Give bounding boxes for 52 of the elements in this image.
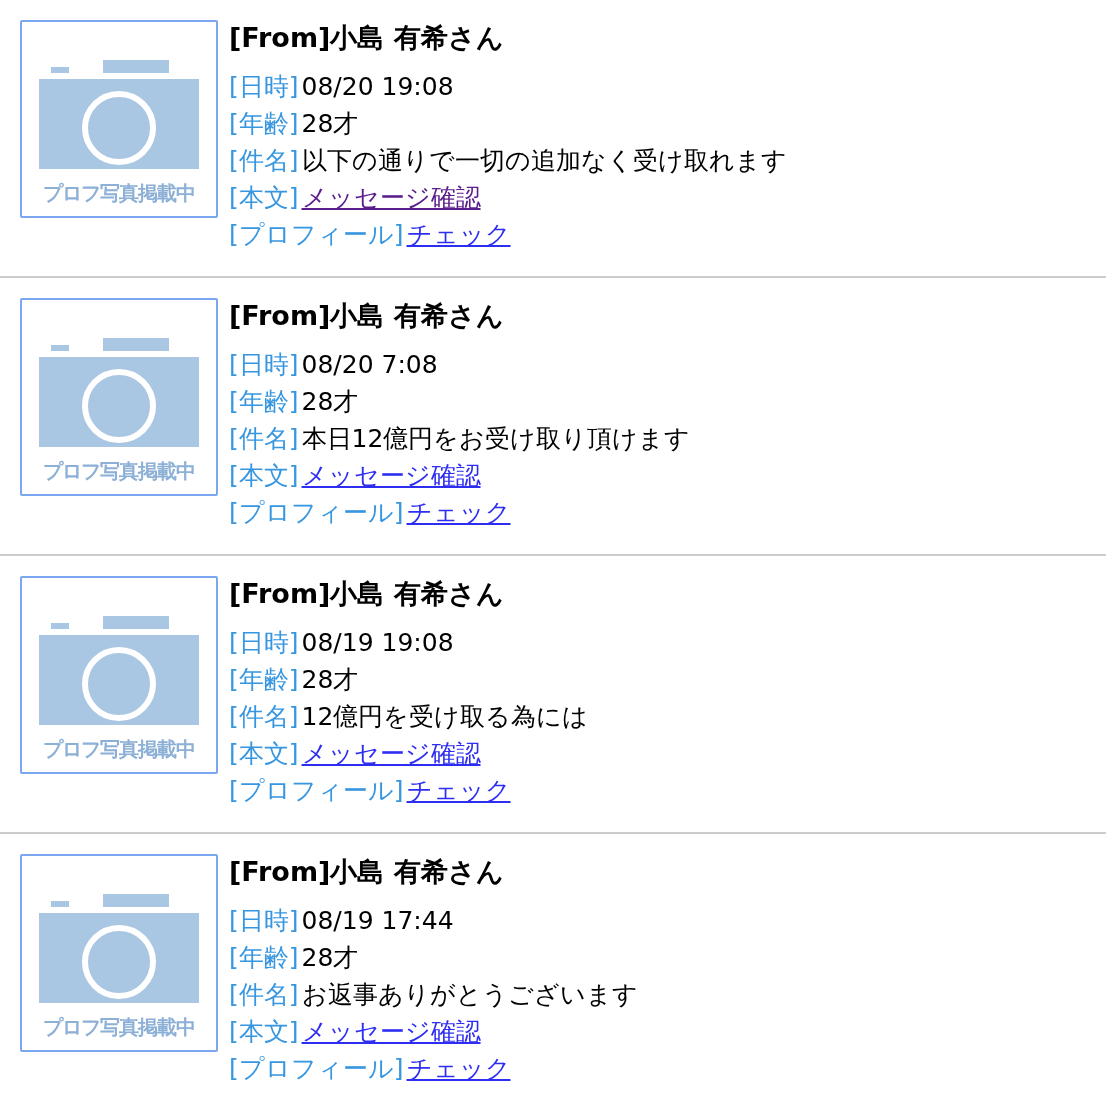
link[interactable]: チェック	[406, 494, 511, 531]
link[interactable]: メッセージ確認	[301, 179, 481, 216]
camera-icon	[39, 894, 199, 1004]
field-value: 28才	[301, 664, 359, 696]
field-label: [件名]	[229, 701, 299, 733]
placeholder-label: プロフ写真掲載中	[43, 458, 195, 484]
field-value: 以下の通りで一切の追加なく受け取れます	[301, 145, 787, 177]
field-label: [年齢]	[229, 942, 299, 974]
field-label: [本文]	[229, 460, 299, 492]
field-label: [プロフィール]	[229, 1053, 404, 1085]
field-value: 28才	[301, 108, 359, 140]
link[interactable]: メッセージ確認	[301, 457, 481, 494]
field-label: [年齢]	[229, 664, 299, 696]
link[interactable]: チェック	[406, 772, 511, 809]
field-label: [日時]	[229, 627, 299, 659]
field-label: [件名]	[229, 979, 299, 1011]
link[interactable]: チェック	[406, 1050, 511, 1087]
field-label: [日時]	[229, 905, 299, 937]
field-label: [日時]	[229, 71, 299, 103]
field-value: 08/20 19:08	[301, 71, 454, 103]
field-label: [件名]	[229, 423, 299, 455]
field-label: [日時]	[229, 349, 299, 381]
link[interactable]: メッセージ確認	[301, 1013, 481, 1050]
field-label: [プロフィール]	[229, 775, 404, 807]
sender-name: [From]小島 有希さん	[229, 855, 505, 889]
link[interactable]: チェック	[406, 216, 511, 253]
field-value: 08/20 7:08	[301, 349, 438, 381]
placeholder-label: プロフ写真掲載中	[43, 180, 195, 206]
field-label: [本文]	[229, 738, 299, 770]
field-value: お返事ありがとうございます	[301, 979, 638, 1011]
link[interactable]: メッセージ確認	[301, 735, 481, 772]
placeholder-label: プロフ写真掲載中	[43, 1014, 195, 1040]
sender-name: [From]小島 有希さん	[229, 577, 505, 611]
field-label: [件名]	[229, 145, 299, 177]
field-label: [本文]	[229, 182, 299, 214]
field-value: 本日12億円をお受け取り頂けます	[301, 423, 691, 455]
field-value: 12億円を受け取る為には	[301, 701, 589, 733]
field-label: [年齢]	[229, 108, 299, 140]
field-label: [プロフィール]	[229, 497, 404, 529]
sender-name: [From]小島 有希さん	[229, 21, 505, 55]
camera-icon	[39, 616, 199, 726]
field-value: 08/19 19:08	[301, 627, 454, 659]
placeholder-label: プロフ写真掲載中	[43, 736, 195, 762]
field-label: [プロフィール]	[229, 219, 404, 251]
sender-name: [From]小島 有希さん	[229, 299, 505, 333]
camera-icon	[39, 60, 199, 170]
field-value: 28才	[301, 386, 359, 418]
camera-icon	[39, 338, 199, 448]
field-label: [年齢]	[229, 386, 299, 418]
field-label: [本文]	[229, 1016, 299, 1048]
field-value: 28才	[301, 942, 359, 974]
field-value: 08/19 17:44	[301, 905, 454, 937]
